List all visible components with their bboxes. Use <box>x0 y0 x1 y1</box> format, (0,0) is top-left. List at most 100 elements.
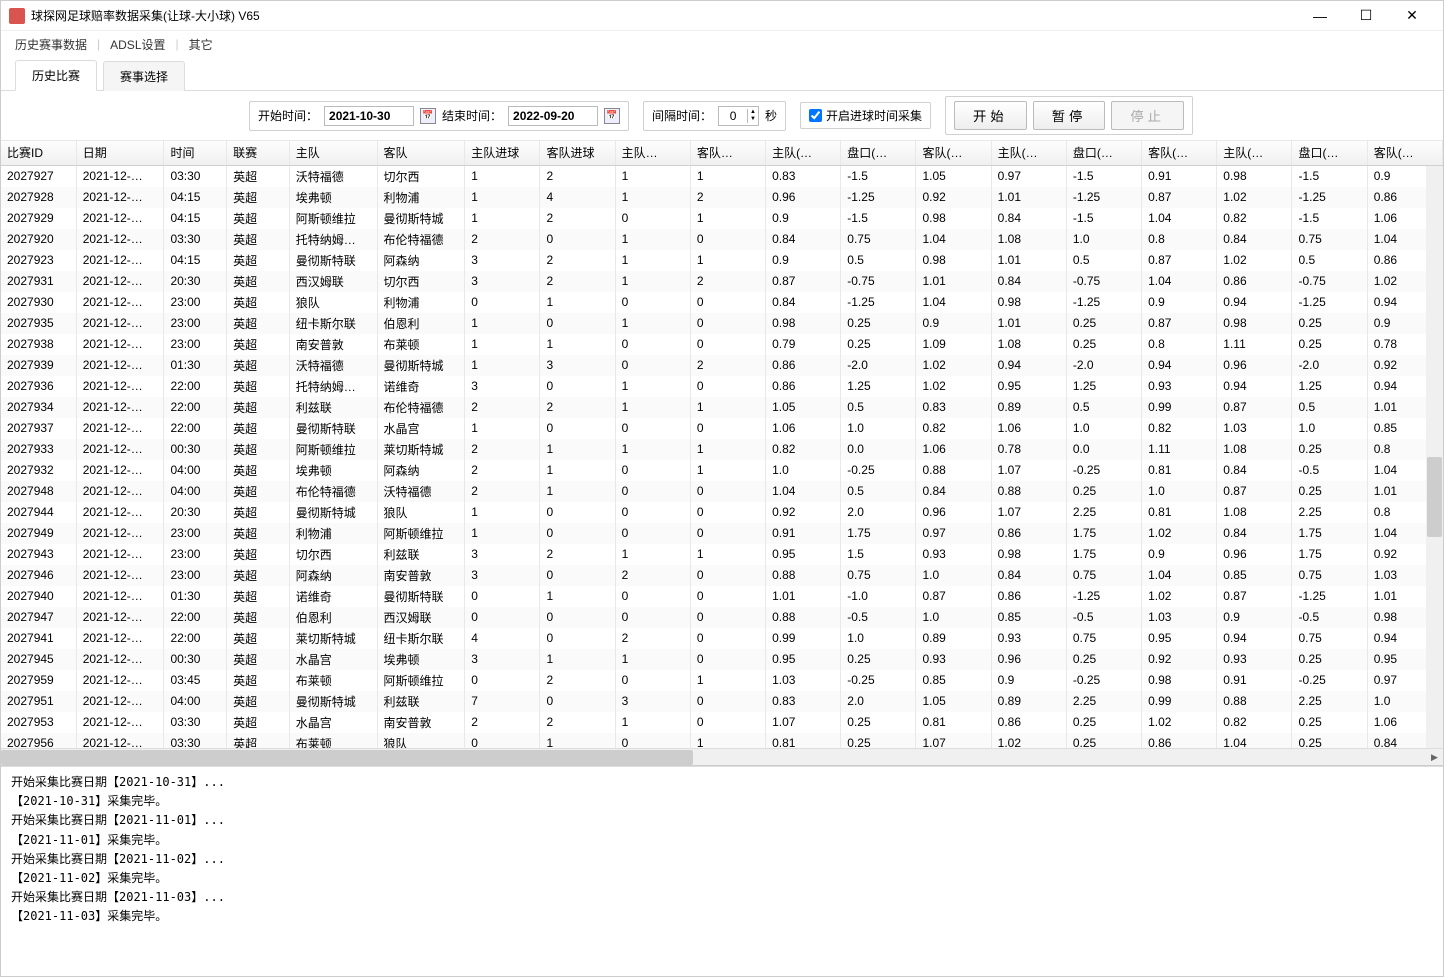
table-row[interactable]: 20279532021-12-…03:30英超水晶宫南安普敦22101.070.… <box>1 712 1443 733</box>
table-row[interactable]: 20279402021-12-…01:30英超诺维奇曼彻斯特联01001.01-… <box>1 586 1443 607</box>
table-cell: 04:00 <box>164 460 227 481</box>
table-row[interactable]: 20279302021-12-…23:00英超狼队利物浦01000.84-1.2… <box>1 292 1443 313</box>
column-header[interactable]: 客队(… <box>1142 141 1217 165</box>
menu-other[interactable]: 其它 <box>183 34 219 55</box>
table-cell: 2027931 <box>1 271 76 292</box>
tab-event-select[interactable]: 赛事选择 <box>103 61 185 91</box>
close-button[interactable]: ✕ <box>1389 1 1435 31</box>
table-row[interactable]: 20279482021-12-…04:00英超布伦特福德沃特福德21001.04… <box>1 481 1443 502</box>
table-cell: 0 <box>540 502 615 523</box>
table-row[interactable]: 20279492021-12-…23:00英超利物浦阿斯顿维拉10000.911… <box>1 523 1443 544</box>
column-header[interactable]: 盘口(… <box>841 141 916 165</box>
table-cell: 20:30 <box>164 271 227 292</box>
table-row[interactable]: 20279412021-12-…22:00英超莱切斯特城纽卡斯尔联40200.9… <box>1 628 1443 649</box>
table-row[interactable]: 20279362021-12-…22:00英超托特纳姆…诺维奇30100.861… <box>1 376 1443 397</box>
vertical-scrollbar[interactable] <box>1426 166 1443 748</box>
calendar-icon[interactable]: 📅 <box>604 108 620 124</box>
start-time-input[interactable] <box>324 106 414 126</box>
column-header[interactable]: 盘口(… <box>1066 141 1141 165</box>
spinner-up-icon[interactable]: ▲ <box>747 109 758 116</box>
table-row[interactable]: 20279512021-12-…04:00英超曼彻斯特城利兹联70300.832… <box>1 691 1443 712</box>
maximize-button[interactable]: ☐ <box>1343 1 1389 31</box>
start-button[interactable]: 开始 <box>954 101 1027 130</box>
table-row[interactable]: 20279312021-12-…20:30英超西汉姆联切尔西32120.87-0… <box>1 271 1443 292</box>
column-header[interactable]: 主队(… <box>1217 141 1292 165</box>
end-time-input[interactable] <box>508 106 598 126</box>
table-cell: 0 <box>690 502 765 523</box>
hscroll-right-icon[interactable]: ▶ <box>1426 749 1443 766</box>
table-row[interactable]: 20279372021-12-…22:00英超曼彻斯特联水晶宫10001.061… <box>1 418 1443 439</box>
menu-adsl-settings[interactable]: ADSL设置 <box>104 34 171 55</box>
table-row[interactable]: 20279392021-12-…01:30英超沃特福德曼彻斯特城13020.86… <box>1 355 1443 376</box>
table-cell: 沃特福德 <box>289 355 377 376</box>
table-row[interactable]: 20279472021-12-…22:00英超伯恩利西汉姆联00000.88-0… <box>1 607 1443 628</box>
spinner-down-icon[interactable]: ▼ <box>747 116 758 123</box>
table-cell: 曼彻斯特城 <box>289 691 377 712</box>
column-header[interactable]: 客队… <box>690 141 765 165</box>
calendar-icon[interactable]: 📅 <box>420 108 436 124</box>
table-row[interactable]: 20279452021-12-…00:30英超水晶宫埃弗顿31100.950.2… <box>1 649 1443 670</box>
table-row[interactable]: 20279292021-12-…04:15英超阿斯顿维拉曼彻斯特城12010.9… <box>1 208 1443 229</box>
table-cell: 0.98 <box>916 250 991 271</box>
tab-history-match[interactable]: 历史比赛 <box>15 60 97 91</box>
goal-time-checkbox[interactable] <box>809 109 822 122</box>
column-header[interactable]: 盘口(… <box>1292 141 1367 165</box>
stop-button[interactable]: 停止 <box>1111 101 1184 130</box>
column-header[interactable]: 时间 <box>164 141 227 165</box>
table-row[interactable]: 20279442021-12-…20:30英超曼彻斯特城狼队10000.922.… <box>1 502 1443 523</box>
table-cell: 2 <box>690 187 765 208</box>
table-cell: 1 <box>615 397 690 418</box>
table-row[interactable]: 20279562021-12-…03:30英超布莱顿狼队01010.810.25… <box>1 733 1443 749</box>
table-cell: 0.83 <box>766 165 841 187</box>
table-row[interactable]: 20279342021-12-…22:00英超利兹联布伦特福德22111.050… <box>1 397 1443 418</box>
menu-history-data[interactable]: 历史赛事数据 <box>9 34 93 55</box>
table-row[interactable]: 20279432021-12-…23:00英超切尔西利兹联32110.951.5… <box>1 544 1443 565</box>
table-cell: 曼彻斯特城 <box>289 502 377 523</box>
table-row[interactable]: 20279382021-12-…23:00英超南安普敦布莱顿11000.790.… <box>1 334 1443 355</box>
hscroll-thumb[interactable] <box>1 750 693 765</box>
table-scroll[interactable]: 比赛ID日期时间联赛主队客队主队进球客队进球主队…客队…主队(…盘口(…客队(…… <box>1 141 1443 748</box>
table-cell: 0.9 <box>1142 292 1217 313</box>
window-title: 球探网足球赔率数据采集(让球-大小球) V65 <box>31 7 1297 24</box>
table-cell: 0 <box>540 565 615 586</box>
table-row[interactable]: 20279232021-12-…04:15英超曼彻斯特联阿森纳32110.90.… <box>1 250 1443 271</box>
column-header[interactable]: 比赛ID <box>1 141 76 165</box>
column-header[interactable]: 主队(… <box>766 141 841 165</box>
table-row[interactable]: 20279332021-12-…00:30英超阿斯顿维拉莱切斯特城21110.8… <box>1 439 1443 460</box>
table-row[interactable]: 20279352021-12-…23:00英超纽卡斯尔联伯恩利10100.980… <box>1 313 1443 334</box>
table-cell: 0 <box>690 376 765 397</box>
table-row[interactable]: 20279462021-12-…23:00英超阿森纳南安普敦30200.880.… <box>1 565 1443 586</box>
table-cell: 埃弗顿 <box>289 187 377 208</box>
column-header[interactable]: 客队进球 <box>540 141 615 165</box>
column-header[interactable]: 日期 <box>76 141 164 165</box>
column-header[interactable]: 主队进球 <box>465 141 540 165</box>
column-header[interactable]: 客队(… <box>1367 141 1442 165</box>
column-header[interactable]: 主队 <box>289 141 377 165</box>
table-cell: 莱切斯特城 <box>377 439 465 460</box>
column-header[interactable]: 主队(… <box>991 141 1066 165</box>
column-header[interactable]: 客队(… <box>916 141 991 165</box>
table-cell: 曼彻斯特联 <box>289 250 377 271</box>
vscroll-thumb[interactable] <box>1427 457 1442 537</box>
log-panel[interactable]: 开始采集比赛日期【2021-10-31】...【2021-10-31】采集完毕。… <box>1 766 1443 976</box>
table-row[interactable]: 20279322021-12-…04:00英超埃弗顿阿森纳21011.0-0.2… <box>1 460 1443 481</box>
table-cell: 1.03 <box>1217 418 1292 439</box>
table-row[interactable]: 20279272021-12-…03:30英超沃特福德切尔西12110.83-1… <box>1 165 1443 187</box>
column-header[interactable]: 主队… <box>615 141 690 165</box>
column-header[interactable]: 联赛 <box>227 141 290 165</box>
table-cell: 1.75 <box>841 523 916 544</box>
minimize-button[interactable]: — <box>1297 1 1343 31</box>
table-cell: 0.97 <box>916 523 991 544</box>
table-cell: 1.04 <box>916 229 991 250</box>
horizontal-scrollbar[interactable]: ◀ ▶ <box>1 748 1443 765</box>
table-cell: 诺维奇 <box>289 586 377 607</box>
table-row[interactable]: 20279282021-12-…04:15英超埃弗顿利物浦14120.96-1.… <box>1 187 1443 208</box>
column-header[interactable]: 客队 <box>377 141 465 165</box>
interval-spinner[interactable]: ▲▼ <box>718 106 759 126</box>
table-cell: 0.25 <box>841 733 916 749</box>
interval-input[interactable] <box>719 107 747 125</box>
table-row[interactable]: 20279592021-12-…03:45英超布莱顿阿斯顿维拉02011.03-… <box>1 670 1443 691</box>
table-row[interactable]: 20279202021-12-…03:30英超托特纳姆…布伦特福德20100.8… <box>1 229 1443 250</box>
pause-button[interactable]: 暂停 <box>1033 101 1106 130</box>
table-cell: 阿森纳 <box>377 250 465 271</box>
